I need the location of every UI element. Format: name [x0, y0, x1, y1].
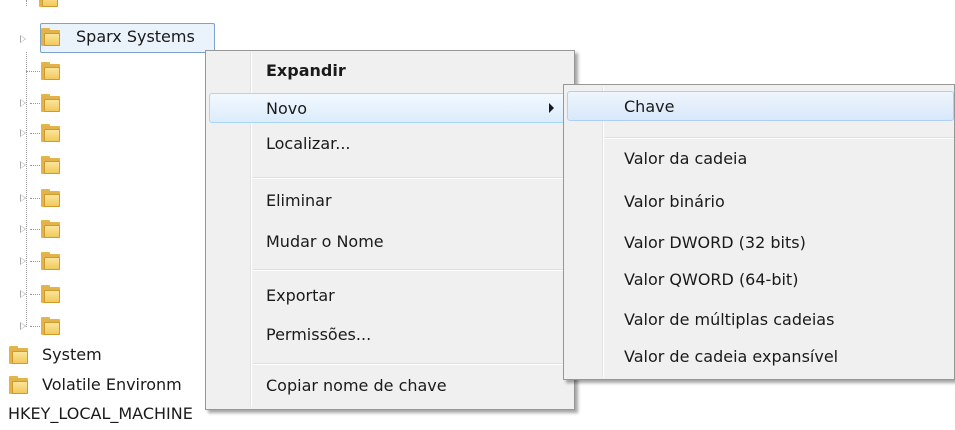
folder-icon[interactable]	[40, 61, 62, 81]
folder-icon[interactable]	[40, 155, 62, 175]
statusbar-key-path: HKEY_LOCAL_MACHINE	[8, 404, 193, 423]
menu-item-rename[interactable]: Mudar o Nome	[209, 227, 571, 257]
expand-arrow-icon[interactable]	[20, 225, 26, 233]
tree-line	[26, 52, 27, 327]
menu-item-new-key[interactable]: Chave	[567, 91, 954, 121]
folder-icon[interactable]	[40, 93, 62, 113]
menu-item-expand[interactable]: Expandir	[209, 56, 571, 86]
tree-item-sparx-systems[interactable]: Sparx Systems	[76, 27, 195, 46]
folder-icon[interactable]	[40, 188, 62, 208]
tree-line	[30, 103, 40, 104]
menu-item-new-multi-string-value[interactable]: Valor de múltiplas cadeias	[567, 305, 951, 335]
tree-item-system[interactable]: System	[42, 345, 102, 364]
menu-item-new-qword-value[interactable]: Valor QWORD (64-bit)	[567, 265, 951, 295]
folder-icon[interactable]	[40, 123, 62, 143]
folder-icon	[8, 375, 30, 395]
submenu-new: Chave Valor da cadeia Valor binário Valo…	[563, 84, 955, 380]
expand-arrow-icon[interactable]	[20, 99, 26, 107]
menu-separator	[253, 269, 571, 271]
menu-separator	[253, 177, 571, 179]
tree-line	[26, 71, 40, 72]
expand-arrow-icon[interactable]	[20, 257, 26, 265]
tree-line	[30, 198, 40, 199]
menu-item-new-expandable-string-value[interactable]: Valor de cadeia expansível	[567, 342, 951, 372]
expand-arrow-icon[interactable]	[20, 322, 26, 330]
expand-arrow-icon[interactable]	[20, 290, 26, 298]
menu-item-new-string-value[interactable]: Valor da cadeia	[567, 144, 951, 174]
tree-item-volatile-environment[interactable]: Volatile Environm	[42, 375, 182, 394]
tree-line	[30, 294, 40, 295]
folder-icon[interactable]	[40, 219, 62, 239]
folder-icon	[40, 27, 62, 47]
tree-line	[30, 326, 40, 327]
folder-icon[interactable]	[40, 316, 62, 336]
tree-line	[30, 229, 40, 230]
expand-arrow-icon[interactable]	[20, 129, 26, 137]
menu-item-copy-key-name[interactable]: Copiar nome de chave	[209, 371, 571, 401]
folder-icon	[38, 0, 60, 8]
tree-line	[30, 165, 40, 166]
menu-item-new-dword-value[interactable]: Valor DWORD (32 bits)	[567, 228, 951, 258]
tree-line	[26, 0, 27, 6]
menu-item-new-binary-value[interactable]: Valor binário	[567, 187, 951, 217]
tree-line	[30, 261, 40, 262]
folder-icon[interactable]	[40, 284, 62, 304]
expand-arrow-icon[interactable]	[20, 194, 26, 202]
folder-icon	[8, 345, 30, 365]
tree-line	[30, 133, 40, 134]
menu-item-find[interactable]: Localizar...	[209, 129, 571, 159]
menu-item-export[interactable]: Exportar	[209, 281, 571, 311]
context-menu: Expandir Novo Localizar... Eliminar Muda…	[205, 50, 575, 410]
menu-item-permissions[interactable]: Permissões...	[209, 320, 571, 350]
submenu-arrow-icon	[549, 103, 554, 113]
menu-item-delete[interactable]: Eliminar	[209, 186, 571, 216]
expand-arrow-icon[interactable]	[20, 161, 26, 169]
menu-item-new[interactable]: Novo	[209, 93, 571, 123]
expand-arrow-icon[interactable]	[20, 35, 26, 43]
folder-icon[interactable]	[40, 251, 62, 271]
menu-separator	[605, 137, 954, 139]
menu-separator	[253, 363, 571, 365]
